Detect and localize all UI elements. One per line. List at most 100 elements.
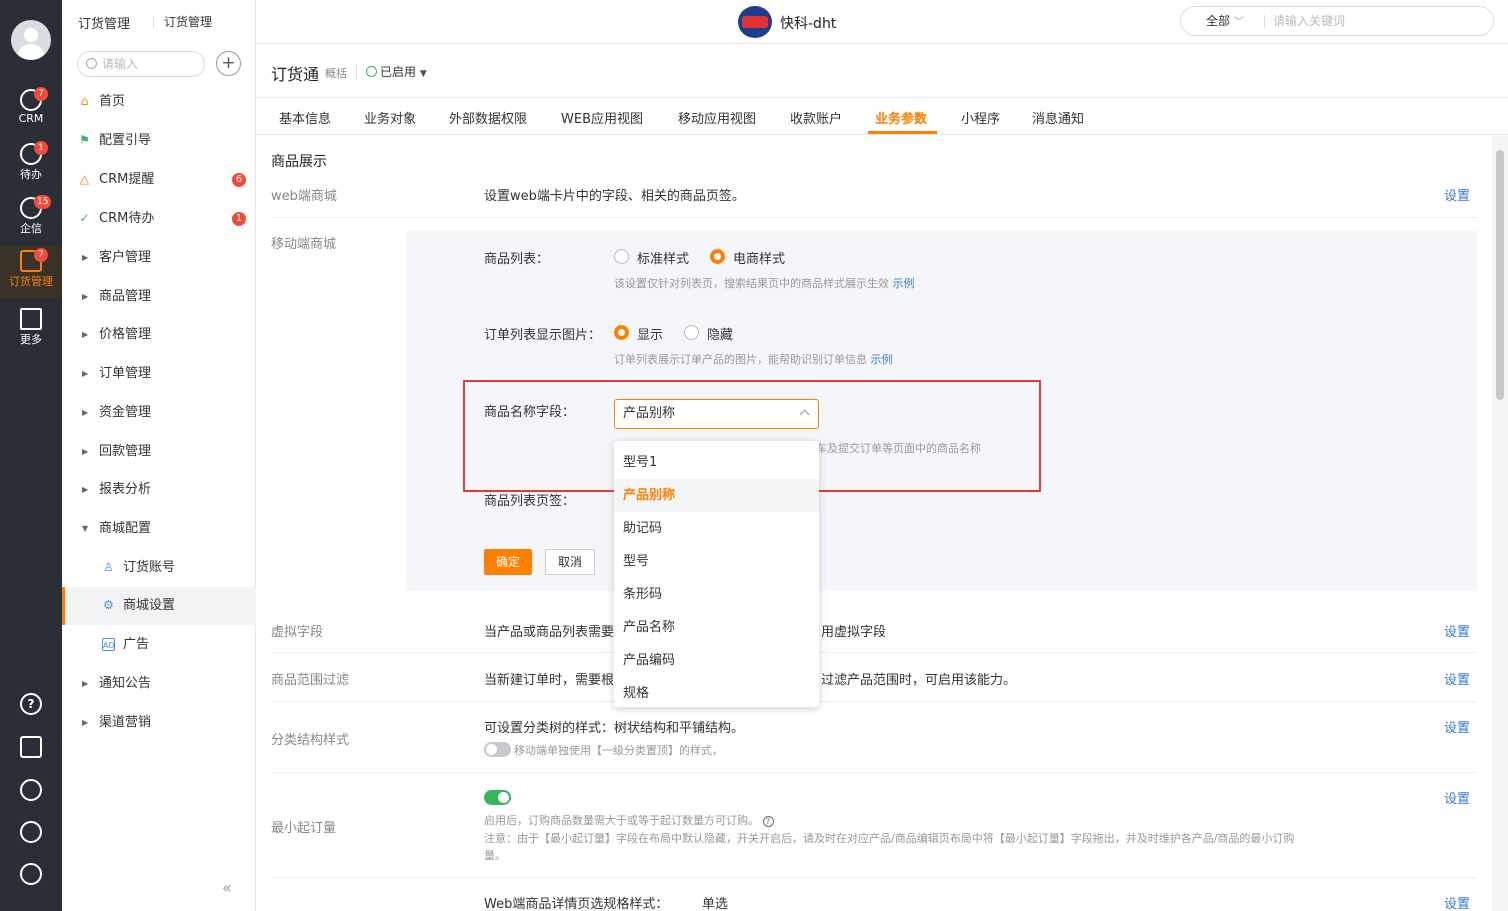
nav-item-ads[interactable]: AD 广告 [62, 626, 256, 664]
nav-label: 客户管理 [99, 250, 152, 265]
search-scope-select[interactable]: 全部 ﹀ [1206, 7, 1244, 37]
rail-item-todo[interactable]: 1 待办 [0, 141, 62, 187]
help-icon[interactable]: ? [20, 693, 42, 715]
content-scrollbar[interactable] [1492, 136, 1508, 911]
order-image-label: 订单列表显示图片： [484, 328, 602, 343]
grid-icon [20, 308, 42, 330]
tab-bar: 基本信息 业务对象 外部数据权限 WEB应用视图 移动应用视图 收款账户 业务参… [256, 98, 1508, 135]
nav-label: 配置引导 [99, 133, 152, 148]
min-order-label: 最小起订量 [271, 821, 337, 836]
rail-item-more[interactable]: 更多 [0, 306, 62, 352]
rail-item-messenger[interactable]: 15 企信 [0, 195, 62, 241]
tab-business-params[interactable]: 业务参数 [875, 108, 927, 127]
rail-item-order-management[interactable]: 7 订货管理 [0, 246, 62, 298]
dropdown-option[interactable]: 条形码 [614, 578, 819, 611]
nav-item-crm-reminder[interactable]: △ CRM提醒 6 [62, 161, 256, 199]
nav-item-notices[interactable]: ▶ 通知公告 [62, 665, 256, 703]
rail-item-crm[interactable]: 7 CRM [0, 87, 62, 133]
collapse-icon[interactable]: « [222, 878, 232, 897]
nav-label: 价格管理 [99, 327, 152, 342]
users-icon: ♙ [103, 560, 114, 574]
confirm-button[interactable]: 确定 [484, 549, 532, 575]
nav-item-payments[interactable]: ▶ 回款管理 [62, 433, 256, 471]
breadcrumb-first[interactable]: 订货管理 [78, 13, 130, 32]
global-search[interactable]: 全部 ﹀ 请输入关键词 [1180, 6, 1494, 36]
rail-label: 订货管理 [9, 275, 53, 288]
nav-item-customers[interactable]: ▶ 客户管理 [62, 239, 256, 277]
dropdown-option[interactable]: 助记码 [614, 512, 819, 545]
nav-item-funds[interactable]: ▶ 资金管理 [62, 394, 256, 432]
example-link[interactable]: 示例 [893, 277, 915, 290]
spec-style-label: Web端商品详情页选规格样式： [484, 897, 669, 911]
nav-item-orders[interactable]: ▶ 订单管理 [62, 355, 256, 393]
order-image-hint: 订单列表展示订单产品的图片，能帮助识别订单信息 示例 [614, 353, 893, 366]
contacts-icon[interactable] [20, 821, 42, 843]
category-style-settings-link[interactable]: 设置 [1444, 717, 1470, 736]
question-icon: ? [762, 816, 774, 827]
rail-label: 更多 [20, 333, 42, 346]
notebook-icon[interactable] [20, 736, 42, 758]
range-filter-desc-b: 过滤产品范围时，可启用该能力。 [821, 673, 1017, 688]
nav-item-guide[interactable]: ⚑ 配置引导 [62, 122, 256, 160]
nav-item-mall-settings[interactable]: ⚙ 商城设置 [62, 587, 256, 625]
dropdown-option[interactable]: 型号 [614, 545, 819, 578]
dropdown-option[interactable]: 型号1 [614, 446, 819, 479]
dropdown-option-selected[interactable]: 产品别称 [614, 479, 819, 512]
virtual-field-desc-a: 当产品或商品列表需要 [484, 625, 615, 640]
nav-label: 商城设置 [123, 598, 176, 613]
scrollbar-thumb[interactable] [1496, 150, 1504, 400]
global-search-input[interactable]: 请输入关键词 [1273, 7, 1345, 35]
dropdown-option[interactable]: 产品编码 [614, 644, 819, 677]
cancel-button[interactable]: 取消 [545, 549, 595, 575]
nav-item-crm-todo[interactable]: ✓ CRM待办 1 [62, 200, 256, 238]
tab-mobile-app-view[interactable]: 移动应用视图 [678, 108, 756, 127]
nav-item-mall-config[interactable]: ▼ 商城配置 [62, 510, 256, 548]
nav-label: 商品管理 [99, 289, 152, 304]
tab-web-app-view[interactable]: WEB应用视图 [561, 108, 643, 127]
signpost-icon: ⚑ [79, 133, 90, 147]
dropdown-option[interactable]: 规格 [614, 677, 819, 710]
min-order-toggle[interactable] [484, 790, 511, 805]
range-filter-desc-a: 当新建订单时，需要根 [484, 673, 615, 688]
caret-right-icon: ▶ [82, 292, 89, 301]
app-subtitle[interactable]: 概括 [325, 65, 347, 81]
nav-item-home[interactable]: ⌂ 首页 [62, 83, 256, 121]
radio-show[interactable] [614, 325, 629, 340]
virtual-field-settings-link[interactable]: 设置 [1444, 621, 1470, 640]
rail-badge: 15 [34, 195, 52, 209]
min-order-settings-link[interactable]: 设置 [1444, 788, 1470, 807]
web-mall-desc: 设置web端卡片中的字段、相关的商品页签。 [484, 189, 745, 204]
web-mall-settings-link[interactable]: 设置 [1444, 185, 1470, 204]
radio-hide-label: 隐藏 [707, 328, 734, 343]
radio-hide[interactable] [684, 325, 699, 340]
tab-payment-accounts[interactable]: 收款账户 [790, 108, 842, 127]
settings-icon[interactable] [20, 863, 42, 885]
spec-style-settings-link[interactable]: 设置 [1444, 893, 1470, 911]
range-filter-settings-link[interactable]: 设置 [1444, 669, 1470, 688]
clock-icon[interactable] [20, 779, 42, 801]
nav-item-products[interactable]: ▶ 商品管理 [62, 278, 256, 316]
tab-business-objects[interactable]: 业务对象 [364, 108, 416, 127]
nav-label: 报表分析 [99, 482, 152, 497]
tab-basic-info[interactable]: 基本信息 [279, 108, 331, 127]
tab-message-notifications[interactable]: 消息通知 [1032, 108, 1084, 127]
radio-standard-style[interactable] [614, 249, 629, 264]
nav-item-pricing[interactable]: ▶ 价格管理 [62, 316, 256, 354]
tab-mini-program[interactable]: 小程序 [961, 108, 1000, 127]
add-button[interactable]: + [216, 51, 241, 76]
nav-item-reports[interactable]: ▶ 报表分析 [62, 471, 256, 509]
rail-badge: 7 [34, 87, 48, 101]
category-toggle[interactable] [484, 742, 511, 757]
nav-label: 首页 [99, 94, 126, 109]
nav-item-order-accounts[interactable]: ♙ 订货账号 [62, 549, 256, 587]
category-style-label: 分类结构样式 [271, 733, 350, 748]
tab-external-data-permissions[interactable]: 外部数据权限 [449, 108, 527, 127]
active-tab-indicator [868, 131, 937, 134]
dropdown-option[interactable]: 产品名称 [614, 611, 819, 644]
radio-ecommerce-style[interactable] [710, 249, 725, 264]
user-avatar[interactable] [11, 20, 51, 60]
nav-item-channel-marketing[interactable]: ▶ 渠道营销 [62, 704, 256, 742]
example-link[interactable]: 示例 [871, 353, 893, 366]
app-status-dropdown[interactable]: 已启用 ▼ [366, 63, 427, 80]
nav-search-input[interactable]: 请输入 [77, 51, 205, 77]
